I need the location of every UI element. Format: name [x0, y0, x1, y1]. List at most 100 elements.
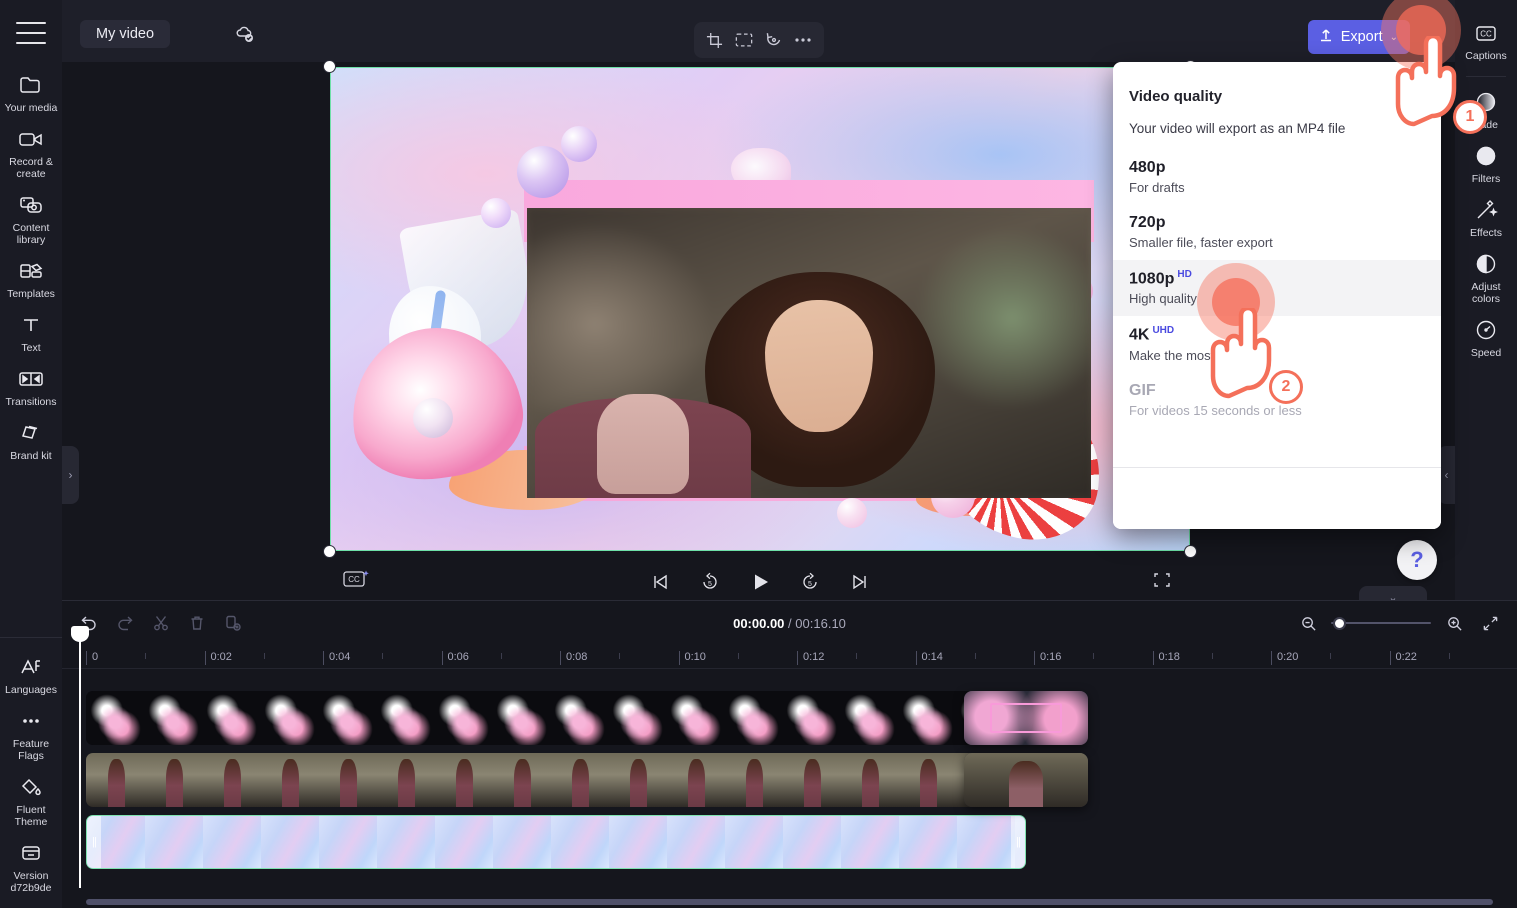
timeline-clip-overlay[interactable] [86, 691, 1026, 745]
clipchamp-editor: Your media Record & create Content libra… [0, 0, 1517, 908]
rotate-icon[interactable] [761, 27, 787, 53]
filmstrip-thumbnail [608, 753, 666, 807]
video-preview-container[interactable] [324, 61, 1196, 557]
filmstrip-frame [318, 691, 376, 745]
rightbar-item-effects[interactable]: Effects [1457, 191, 1515, 245]
option-label: GIF [1129, 381, 1156, 399]
sidebar-item-label: Text [21, 342, 41, 354]
forward-5s-icon[interactable]: 5 [796, 568, 824, 596]
play-icon[interactable] [746, 568, 774, 596]
collapse-left-panel-button[interactable]: › [62, 446, 79, 504]
sidebar-item-text[interactable]: Text [2, 306, 60, 360]
sidebar-item-record-create[interactable]: Record & create [2, 120, 60, 186]
quality-option-480p[interactable]: 480p For drafts [1113, 150, 1441, 205]
sidebar-item-label: Templates [7, 288, 55, 300]
sidebar-item-fluent-theme[interactable]: Fluent Theme [2, 768, 60, 834]
speed-icon [1473, 318, 1499, 342]
rightbar-item-label: Effects [1470, 227, 1502, 239]
hamburger-icon[interactable] [16, 22, 46, 44]
filmstrip-thumbnail [782, 691, 840, 745]
time-separator: / [788, 616, 792, 631]
option-badge: UHD [1152, 325, 1175, 337]
svg-text:CC: CC [1480, 29, 1492, 38]
sidebar-item-version[interactable]: Version d72b9de [2, 834, 60, 900]
trim-handle-right[interactable] [1011, 816, 1025, 868]
sidebar-item-templates[interactable]: Templates [2, 252, 60, 306]
timeline-horizontal-scrollbar[interactable] [86, 899, 1493, 905]
playhead-handle[interactable] [71, 626, 89, 642]
filmstrip-thumbnail [144, 753, 202, 807]
filmstrip-frame [608, 691, 666, 745]
upload-icon [1318, 27, 1334, 47]
sidebar-item-transitions[interactable]: Transitions [2, 360, 60, 414]
rightbar-item-label: Filters [1471, 173, 1501, 185]
timeline-ruler[interactable]: 0 0:02 0:04 0:06 0:08 0:10 0:12 0:14 0:16 0:18 0:2… [62, 643, 1517, 669]
total-time: 00:16.10 [795, 616, 846, 631]
quality-option-720p[interactable]: 720p Smaller file, faster export [1113, 205, 1441, 260]
thumbnail-image [964, 753, 1088, 807]
rightbar-item-adjust-colors[interactable]: Adjust colors [1457, 245, 1515, 311]
more-horizontal-icon[interactable] [790, 27, 816, 53]
trim-handle-left[interactable] [87, 816, 101, 868]
ruler-label: 0:20 [1277, 651, 1299, 663]
decorative-bubble [561, 126, 597, 162]
filmstrip-thumbnail [609, 816, 667, 868]
filmstrip-thumbnail [203, 816, 261, 868]
resize-handle-br[interactable] [1185, 546, 1196, 557]
help-button[interactable]: ? [1397, 540, 1437, 580]
sidebar-item-brand-kit[interactable]: Brand kit [2, 414, 60, 468]
rightbar-item-filters[interactable]: Filters [1457, 137, 1515, 191]
filmstrip-frame [145, 816, 203, 868]
filmstrip-thumbnail [261, 816, 319, 868]
slider-knob[interactable] [1333, 616, 1346, 630]
rightbar-item-speed[interactable]: Speed [1457, 311, 1515, 365]
resize-handle-tl[interactable] [324, 61, 335, 72]
ruler-tick [915, 651, 917, 665]
timeline-playhead[interactable] [71, 626, 89, 888]
zoom-in-icon[interactable] [1441, 610, 1467, 636]
skip-next-icon[interactable] [846, 568, 874, 596]
crop-icon[interactable] [702, 27, 728, 53]
filmstrip-thumbnail [840, 753, 898, 807]
sidebar-item-feature-flags[interactable]: Feature Flags [2, 702, 60, 768]
filmstrip-frame [550, 691, 608, 745]
option-description: High quality [1129, 291, 1197, 307]
rewind-5s-icon[interactable]: 5 [696, 568, 724, 596]
filmstrip-thumbnail [318, 691, 376, 745]
timeline-zoom-slider[interactable] [1331, 616, 1431, 630]
timeline-clip-background[interactable] [86, 815, 1026, 869]
project-name-field[interactable]: My video [80, 20, 171, 48]
clip-thumbnail-preview-overlay [964, 691, 1088, 745]
ruler-label: 0:10 [684, 651, 706, 663]
option-description: For drafts [1129, 180, 1185, 195]
sidebar-item-your-media[interactable]: Your media [2, 66, 60, 120]
filmstrip-frame [550, 753, 608, 807]
skip-previous-icon[interactable] [646, 568, 674, 596]
filmstrip-frame [551, 816, 609, 868]
filmstrip-thumbnail [144, 691, 202, 745]
filmstrip-thumbnail [551, 816, 609, 868]
option-label: 480p [1129, 159, 1166, 176]
video-preview[interactable] [330, 67, 1190, 551]
filmstrip-thumbnail [782, 753, 840, 807]
filmstrip-thumbnail [434, 691, 492, 745]
sidebar-item-label: Languages [5, 684, 57, 696]
sidebar-item-content-library[interactable]: Content library [2, 186, 60, 252]
camera-icon [18, 127, 44, 151]
fullscreen-icon[interactable] [1152, 570, 1176, 594]
filmstrip-thumbnail [783, 816, 841, 868]
rightbar-item-label: Adjust colors [1471, 281, 1501, 305]
fit-screen-icon[interactable] [731, 27, 757, 53]
transport-controls: 5 5 [330, 568, 1190, 596]
timeline-clip-video[interactable] [86, 753, 1026, 807]
sidebar-item-label: Transitions [5, 396, 57, 408]
resize-handle-bl[interactable] [324, 546, 335, 557]
sidebar-item-label: Version d72b9de [10, 870, 52, 894]
brand-kit-icon [18, 421, 44, 445]
fit-timeline-icon[interactable] [1477, 610, 1503, 636]
ruler-label: 0:16 [1040, 651, 1062, 663]
zoom-out-icon[interactable] [1295, 610, 1321, 636]
ruler-tick [323, 651, 324, 665]
step-badge-2: 2 [1269, 370, 1303, 404]
sidebar-item-languages[interactable]: Languages [2, 648, 60, 702]
